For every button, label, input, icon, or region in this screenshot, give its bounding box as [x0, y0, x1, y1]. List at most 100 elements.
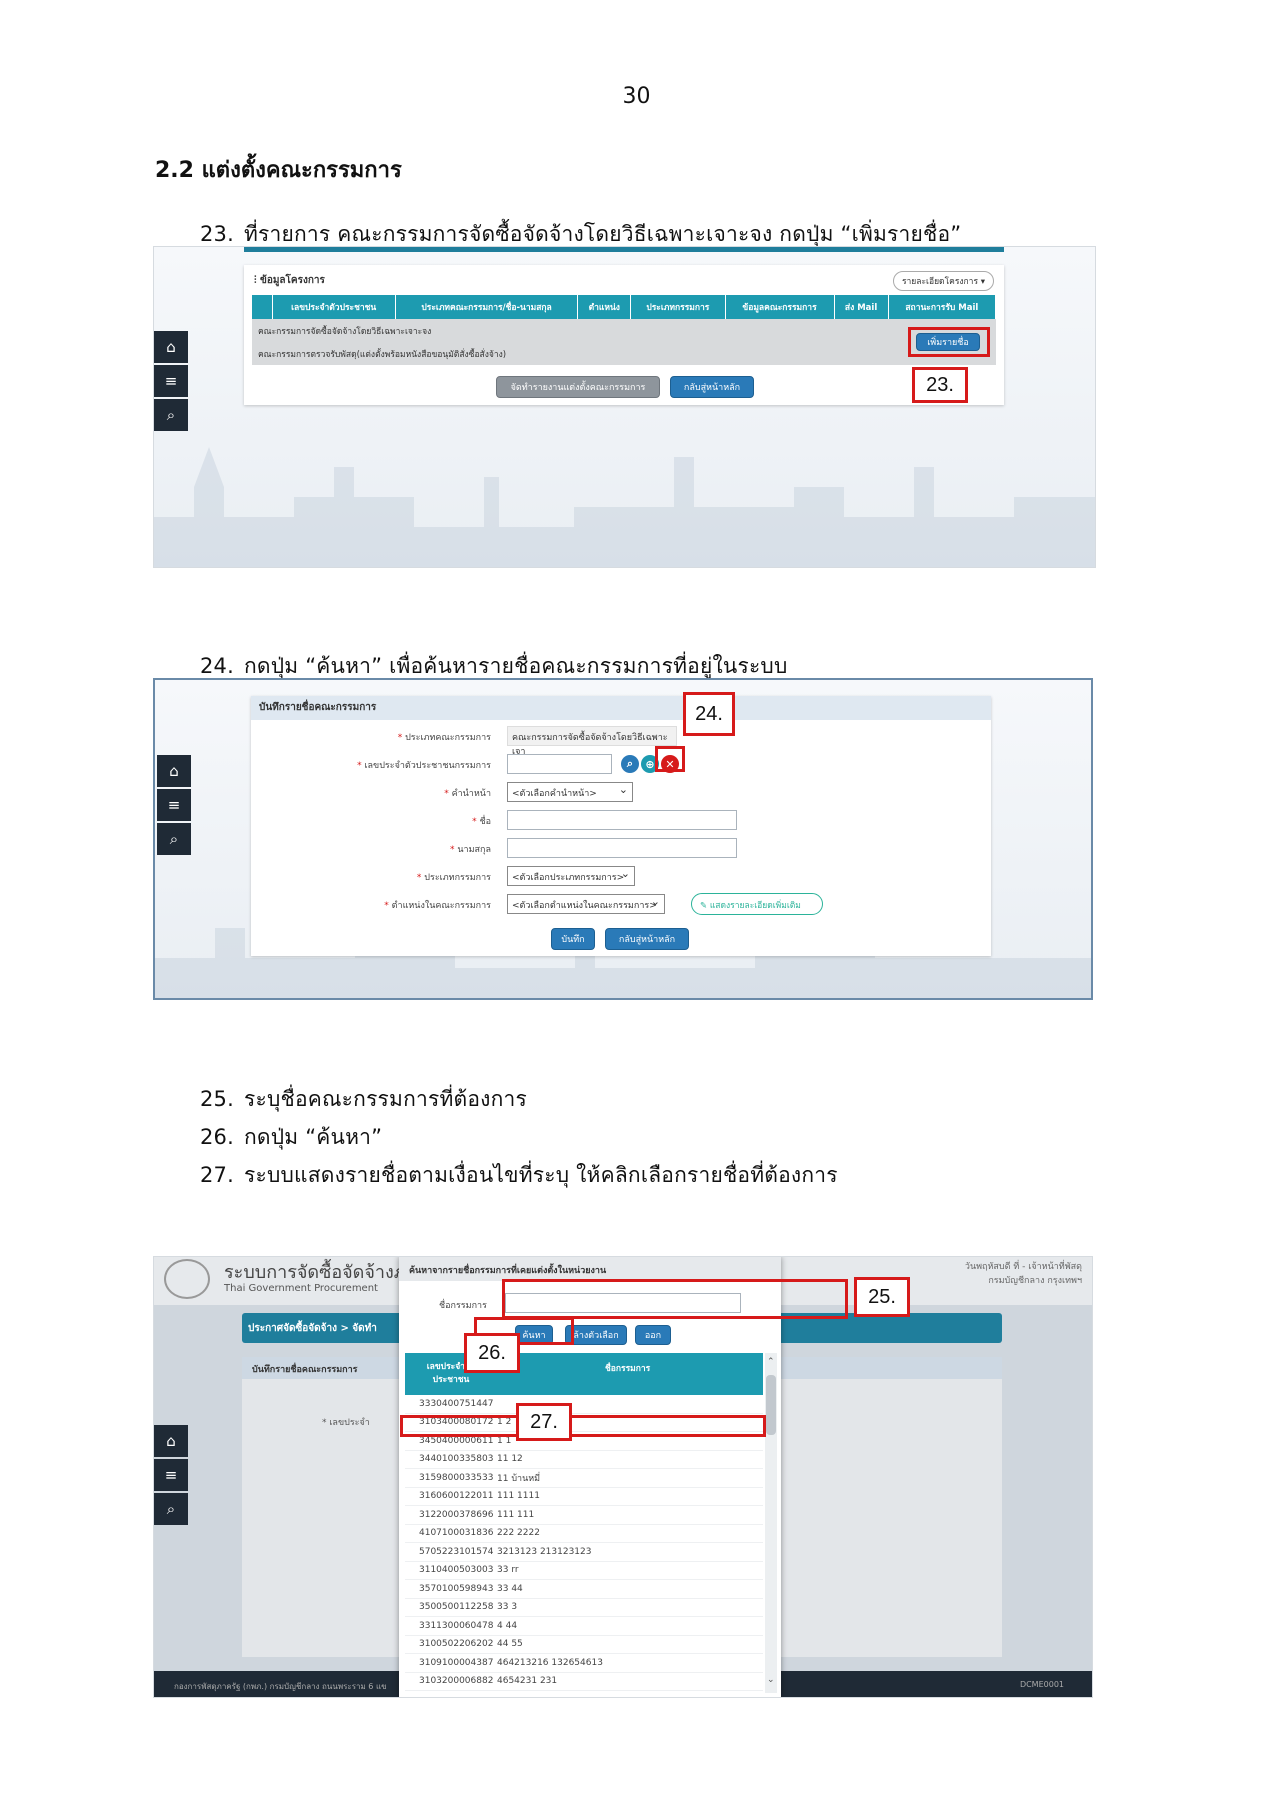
search-icon[interactable]: ⌕: [621, 755, 639, 773]
step-text: ระบุชื่อคณะกรรมการที่ต้องการ: [244, 1087, 527, 1111]
name-label: ชื่อกรรมการ: [439, 1301, 487, 1311]
result-row[interactable]: 3311300060478 4 44: [405, 1617, 763, 1636]
col-spacer: [252, 295, 273, 319]
highlight-box: [655, 746, 685, 772]
step-text: ระบบแสดงรายชื่อตามเงื่อนไขที่ระบุ ให้คลิ…: [244, 1163, 838, 1187]
results-header: เลขประจำตัว ประชาชน ชื่อกรรมการ: [405, 1353, 763, 1395]
search-icon[interactable]: ⌕: [154, 1493, 188, 1525]
scroll-up-icon[interactable]: ⌃: [767, 1357, 775, 1367]
menu-icon[interactable]: ≡: [154, 1459, 188, 1491]
clear-button[interactable]: ล้างตัวเลือก: [565, 1325, 627, 1345]
modal-title: ค้นหาจากรายชื่อกรรมการที่เคยแต่งตั้งในหน…: [399, 1257, 781, 1281]
result-row[interactable]: 3160600122011 111 1111: [405, 1488, 763, 1506]
side-nav: ⌂ ≡ ⌕: [154, 1425, 188, 1525]
step-text: กดปุ่ม “ค้นหา” เพื่อค้นหารายชื่อคณะกรรมก…: [244, 654, 788, 678]
edit-icon: ✎: [700, 901, 710, 911]
highlight-box: [908, 327, 990, 357]
step-26: 26. กดปุ่ม “ค้นหา”: [200, 1121, 382, 1154]
result-row[interactable]: 4107100031836 222 2222: [405, 1525, 763, 1543]
step-number: 27.: [200, 1163, 234, 1187]
user-org: กรมบัญชีกลาง กรุงเทพฯ: [988, 1276, 1082, 1286]
footer-code: DCME0001: [1019, 1680, 1064, 1689]
col-header: ตำแหน่ง: [577, 295, 632, 319]
user-date: วันพฤหัสบดี ที่ - เจ้าหน้าที่พัสดุ: [964, 1262, 1082, 1272]
close-button[interactable]: ออก: [635, 1325, 671, 1345]
project-panel: ⫶ ข้อมูลโครงการ รายละเอียดโครงการ ▾ เลขป…: [244, 265, 1004, 405]
scroll-thumb[interactable]: [766, 1375, 776, 1435]
back-home-button[interactable]: กลับสู่หน้าหลัก: [670, 376, 754, 398]
home-icon[interactable]: ⌂: [154, 1425, 188, 1457]
result-row[interactable]: 3110400503003 33 rr: [405, 1562, 763, 1580]
col-header: ข้อมูลคณะกรรมการ: [725, 295, 835, 319]
table-header: เลขประจำตัวประชาชน ประเภทคณะกรรมการ/ชื่อ…: [252, 295, 997, 319]
screenshot-search-modal: ระบบการจัดซื้อจัดจ้างภาครัฐ Thai Governm…: [153, 1256, 1093, 1698]
result-row[interactable]: 3100502206202 44 55: [405, 1636, 763, 1654]
print-report-button[interactable]: จัดทำรายงานแต่งตั้งคณะกรรมการ: [496, 376, 660, 398]
back-home-button[interactable]: กลับสู่หน้าหลัก: [605, 928, 689, 950]
panel-title: บันทึกรายชื่อคณะกรรมการ: [251, 696, 991, 720]
col-header: ประเภทคณะกรรมการ/ชื่อ-นามสกุล: [395, 295, 579, 319]
home-icon[interactable]: ⌂: [154, 331, 188, 363]
last-name-input[interactable]: [507, 838, 737, 858]
table-row: คณะกรรมการตรวจรับพัสดุ(แต่งตั้งพร้อมหนัง…: [252, 343, 996, 365]
result-row[interactable]: 3122000378696 111 111: [405, 1506, 763, 1525]
highlight-result-row: [400, 1415, 766, 1437]
member-type-label: * ประเภทกรรมการ: [416, 873, 491, 883]
step-text: กดปุ่ม “ค้นหา”: [244, 1125, 383, 1149]
screenshot-add-committee: ⌂ ≡ ⌕ ⫶ ข้อมูลโครงการ รายละเอียดโครงการ …: [153, 246, 1096, 568]
page-number: 30: [622, 84, 651, 109]
id-number-label: * เลขประจำตัวประชาชนกรรมการ: [357, 761, 491, 771]
result-row[interactable]: 3103200006882 4654231 231: [405, 1673, 763, 1691]
result-row[interactable]: 3159800033533 11 บ้านหมี่: [405, 1469, 763, 1488]
col-header: ประเภทกรรมการ: [630, 295, 726, 319]
scroll-down-icon[interactable]: ⌄: [767, 1675, 775, 1685]
search-icon[interactable]: ⌕: [154, 399, 188, 431]
more-detail-button[interactable]: ✎ แสดงรายละเอียดเพิ่มเติม: [691, 893, 823, 915]
committee-form-panel: บันทึกรายชื่อคณะกรรมการ * ประเภทคณะกรรมก…: [251, 696, 991, 956]
committee-type-field: คณะกรรมการจัดซื้อจัดจ้างโดยวิธีเฉพาะเจา: [507, 726, 677, 757]
row-label: คณะกรรมการตรวจรับพัสดุ(แต่งตั้งพร้อมหนัง…: [258, 350, 507, 360]
project-detail-button[interactable]: รายละเอียดโครงการ ▾: [892, 271, 994, 291]
first-name-label: * ชื่อ: [472, 817, 491, 827]
callout-27: 27.: [516, 1403, 572, 1441]
side-nav: ⌂ ≡ ⌕: [154, 331, 188, 431]
col-header: ส่ง Mail: [834, 295, 889, 319]
prefix-select[interactable]: <ตัวเลือกคำนำหน้า>: [507, 782, 633, 802]
member-type-select[interactable]: <ตัวเลือกประเภทกรรมการ>: [507, 866, 635, 886]
result-row[interactable]: 3109100004387 464213216 132654613: [405, 1654, 763, 1673]
id-number-input[interactable]: [507, 754, 612, 774]
result-row[interactable]: 3570100598943 33 44: [405, 1580, 763, 1599]
step-27: 27. ระบบแสดงรายชื่อตามเงื่อนไขที่ระบุ ให้…: [200, 1159, 838, 1192]
panel-header: ⫶ ข้อมูลโครงการ รายละเอียดโครงการ ▾: [244, 265, 1004, 295]
footer-left: กองการพัสดุภาครัฐ (กพภ.) กรมบัญชีกลาง ถน…: [174, 1682, 387, 1691]
last-name-label: * นามสกุล: [450, 845, 491, 855]
step-number: 26.: [200, 1125, 234, 1149]
step-text: ที่รายการ คณะกรรมการจัดซื้อจัดจ้างโดยวิธ…: [244, 222, 962, 246]
step-25: 25. ระบุชื่อคณะกรรมการที่ต้องการ: [200, 1083, 527, 1116]
first-name-input[interactable]: [507, 810, 737, 830]
callout-25: 25.: [854, 1277, 910, 1317]
step-number: 25.: [200, 1087, 234, 1111]
search-icon[interactable]: ⌕: [157, 823, 191, 855]
position-select[interactable]: <ตัวเลือกตำแหน่งในคณะกรรมการ>: [507, 894, 665, 914]
result-row[interactable]: 3500500112258 33 3: [405, 1599, 763, 1617]
col-name-header: ชื่อกรรมการ: [605, 1364, 651, 1374]
save-button[interactable]: บันทึก: [551, 928, 595, 950]
scrollbar[interactable]: ⌃ ⌄: [765, 1353, 777, 1693]
result-row[interactable]: 3330400751447: [405, 1395, 763, 1414]
emblem-logo: [164, 1259, 210, 1299]
menu-icon[interactable]: ≡: [154, 365, 188, 397]
row-label: คณะกรรมการจัดซื้อจัดจ้างโดยวิธีเฉพาะเจาะ…: [258, 327, 432, 337]
menu-icon[interactable]: ≡: [157, 789, 191, 821]
result-row[interactable]: 3440100335803 11 12: [405, 1451, 763, 1469]
more-detail-label: แสดงรายละเอียดเพิ่มเติม: [709, 901, 801, 911]
home-icon[interactable]: ⌂: [157, 755, 191, 787]
position-label: * ตำแหน่งในคณะกรรมการ: [384, 901, 491, 911]
col-header: สถานะการรับ Mail: [888, 295, 997, 319]
skyline-illustration: [154, 447, 1095, 567]
user-info: วันพฤหัสบดี ที่ - เจ้าหน้าที่พัสดุ กรมบั…: [965, 1259, 1082, 1287]
section-title: 2.2 แต่งตั้งคณะกรรมการ: [155, 158, 402, 183]
result-row[interactable]: 5705223101574 3213123 213123123: [405, 1543, 763, 1562]
table-row: คณะกรรมการจัดซื้อจัดจ้างโดยวิธีเฉพาะเจาะ…: [252, 319, 996, 343]
committee-type-label: * ประเภทคณะกรรมการ: [397, 733, 491, 743]
